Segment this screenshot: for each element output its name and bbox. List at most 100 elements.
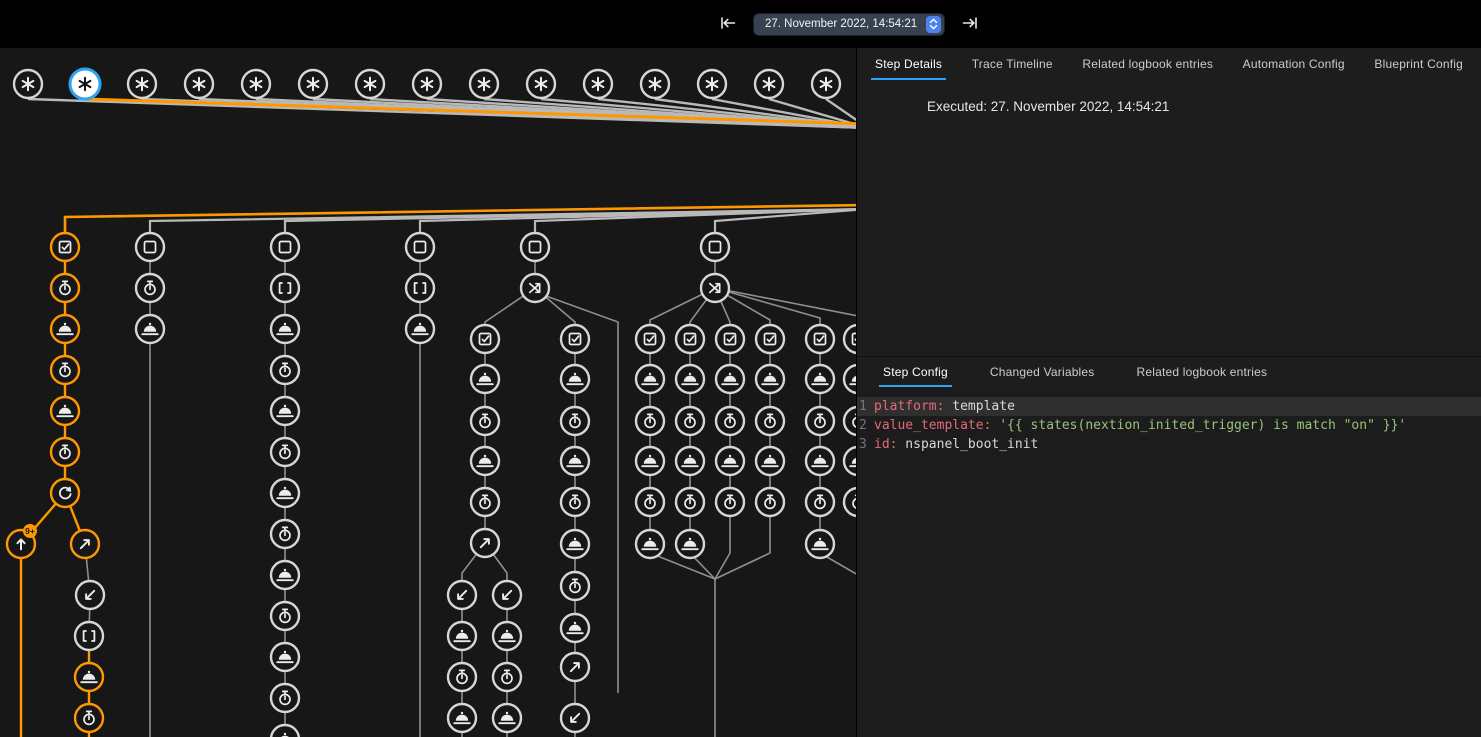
trace-node-checkbox-icon[interactable] bbox=[716, 325, 744, 353]
trace-node-service-icon[interactable] bbox=[561, 365, 589, 393]
tab-related-logbook-entries[interactable]: Related logbook entries bbox=[1078, 48, 1217, 80]
trace-node-asterisk-icon[interactable] bbox=[584, 70, 612, 98]
trace-node-checkbox-icon[interactable] bbox=[676, 325, 704, 353]
trace-node-timer-icon[interactable] bbox=[844, 407, 856, 435]
trace-node-asterisk-icon[interactable] bbox=[242, 70, 270, 98]
trace-node-service-icon[interactable] bbox=[676, 365, 704, 393]
trace-node-service-icon[interactable] bbox=[271, 315, 299, 343]
trace-node-service-icon[interactable] bbox=[806, 365, 834, 393]
trace-node-service-icon[interactable] bbox=[271, 397, 299, 425]
trace-node-timer-icon[interactable] bbox=[806, 407, 834, 435]
trace-node-timer-icon[interactable] bbox=[471, 488, 499, 516]
trace-node-timer-icon[interactable] bbox=[448, 663, 476, 691]
trace-node-timer-icon[interactable] bbox=[561, 488, 589, 516]
trace-node-timer-icon[interactable] bbox=[561, 572, 589, 600]
prev-trace-button[interactable] bbox=[716, 11, 740, 38]
trace-node-service-icon[interactable] bbox=[271, 479, 299, 507]
trace-node-timer-icon[interactable] bbox=[561, 407, 589, 435]
trace-node-checkbox-icon[interactable] bbox=[51, 233, 79, 261]
trace-node-service-icon[interactable] bbox=[271, 643, 299, 671]
trace-node-square-icon[interactable] bbox=[136, 233, 164, 261]
trace-node-asterisk-icon[interactable] bbox=[755, 70, 783, 98]
trace-node-brackets-icon[interactable] bbox=[406, 274, 434, 302]
tab-automation-config[interactable]: Automation Config bbox=[1239, 48, 1349, 80]
trace-node-timer-icon[interactable] bbox=[75, 704, 103, 732]
trace-node-arrow-up-right-icon[interactable] bbox=[71, 530, 99, 558]
trace-node-arrow-down-left-icon[interactable] bbox=[448, 581, 476, 609]
trace-node-service-icon[interactable] bbox=[75, 663, 103, 691]
trace-node-service-icon[interactable] bbox=[716, 365, 744, 393]
trace-node-brackets-icon[interactable] bbox=[75, 622, 103, 650]
trace-node-asterisk-icon[interactable] bbox=[812, 70, 840, 98]
trace-node-service-icon[interactable] bbox=[636, 365, 664, 393]
trace-graph[interactable]: 9+ bbox=[0, 48, 856, 737]
trace-node-asterisk-icon[interactable] bbox=[185, 70, 213, 98]
trace-node-timer-icon[interactable] bbox=[271, 520, 299, 548]
trace-node-service-icon[interactable] bbox=[716, 447, 744, 475]
trace-node-service-icon[interactable] bbox=[806, 530, 834, 558]
trace-node-service-icon[interactable] bbox=[51, 315, 79, 343]
trace-node-service-icon[interactable] bbox=[806, 447, 834, 475]
trace-node-service-icon[interactable] bbox=[561, 614, 589, 642]
trace-node-timer-icon[interactable] bbox=[51, 438, 79, 466]
trace-node-checkbox-icon[interactable] bbox=[636, 325, 664, 353]
trace-node-timer-icon[interactable] bbox=[756, 488, 784, 516]
trace-node-square-icon[interactable] bbox=[701, 233, 729, 261]
trace-node-checkbox-icon[interactable] bbox=[844, 325, 856, 353]
trace-node-timer-icon[interactable] bbox=[136, 274, 164, 302]
trace-node-asterisk-icon[interactable] bbox=[70, 69, 100, 99]
trace-node-timer-icon[interactable] bbox=[636, 407, 664, 435]
trace-node-asterisk-icon[interactable] bbox=[470, 70, 498, 98]
trace-node-service-icon[interactable] bbox=[471, 365, 499, 393]
trace-node-asterisk-icon[interactable] bbox=[698, 70, 726, 98]
trace-node-parallel-icon[interactable] bbox=[701, 274, 729, 302]
trace-node-service-icon[interactable] bbox=[51, 397, 79, 425]
trace-node-checkbox-icon[interactable] bbox=[756, 325, 784, 353]
tab-changed-variables[interactable]: Changed Variables bbox=[986, 357, 1099, 387]
trace-node-timer-icon[interactable] bbox=[716, 407, 744, 435]
trace-node-square-icon[interactable] bbox=[521, 233, 549, 261]
trace-node-service-icon[interactable] bbox=[844, 365, 856, 393]
trace-node-timer-icon[interactable] bbox=[51, 356, 79, 384]
trace-node-timer-icon[interactable] bbox=[636, 488, 664, 516]
trace-node-timer-icon[interactable] bbox=[271, 684, 299, 712]
trace-node-service-icon[interactable] bbox=[136, 315, 164, 343]
trace-node-timer-icon[interactable] bbox=[271, 602, 299, 630]
trace-node-asterisk-icon[interactable] bbox=[413, 70, 441, 98]
trace-node-timer-icon[interactable] bbox=[676, 407, 704, 435]
trace-node-service-icon[interactable] bbox=[561, 447, 589, 475]
tab-related-logbook-entries-2[interactable]: Related logbook entries bbox=[1133, 357, 1272, 387]
trace-run-select[interactable]: 27. November 2022, 14:54:21 bbox=[753, 13, 945, 36]
trace-node-arrow-up-right-icon[interactable] bbox=[471, 529, 499, 557]
trace-node-parallel-icon[interactable] bbox=[521, 274, 549, 302]
trace-node-timer-icon[interactable] bbox=[806, 488, 834, 516]
trace-node-service-icon[interactable] bbox=[271, 725, 299, 737]
trace-node-service-icon[interactable] bbox=[756, 447, 784, 475]
trace-node-arrow-down-left-icon[interactable] bbox=[76, 581, 104, 609]
trace-node-asterisk-icon[interactable] bbox=[128, 70, 156, 98]
trace-node-service-icon[interactable] bbox=[756, 365, 784, 393]
trace-node-timer-icon[interactable] bbox=[676, 488, 704, 516]
trace-node-square-icon[interactable] bbox=[406, 233, 434, 261]
trace-node-service-icon[interactable] bbox=[471, 447, 499, 475]
trace-node-service-icon[interactable] bbox=[493, 704, 521, 732]
trace-node-timer-icon[interactable] bbox=[716, 488, 744, 516]
trace-node-checkbox-icon[interactable] bbox=[471, 325, 499, 353]
trace-node-timer-icon[interactable] bbox=[271, 438, 299, 466]
trace-node-asterisk-icon[interactable] bbox=[356, 70, 384, 98]
trace-node-service-icon[interactable] bbox=[561, 530, 589, 558]
trace-node-square-icon[interactable] bbox=[271, 233, 299, 261]
trace-node-arrow-down-left-icon[interactable] bbox=[493, 581, 521, 609]
trace-node-timer-icon[interactable] bbox=[271, 356, 299, 384]
trace-node-service-icon[interactable] bbox=[844, 447, 856, 475]
trace-node-service-icon[interactable] bbox=[448, 704, 476, 732]
trace-node-checkbox-icon[interactable] bbox=[561, 325, 589, 353]
trace-node-asterisk-icon[interactable] bbox=[299, 70, 327, 98]
trace-node-service-icon[interactable] bbox=[676, 530, 704, 558]
trace-node-brackets-icon[interactable] bbox=[271, 274, 299, 302]
trace-node-arrow-down-left-icon[interactable] bbox=[561, 704, 589, 732]
trace-node-service-icon[interactable] bbox=[636, 530, 664, 558]
trace-node-asterisk-icon[interactable] bbox=[527, 70, 555, 98]
tab-step-details[interactable]: Step Details bbox=[871, 48, 946, 80]
trace-node-asterisk-icon[interactable] bbox=[14, 70, 42, 98]
